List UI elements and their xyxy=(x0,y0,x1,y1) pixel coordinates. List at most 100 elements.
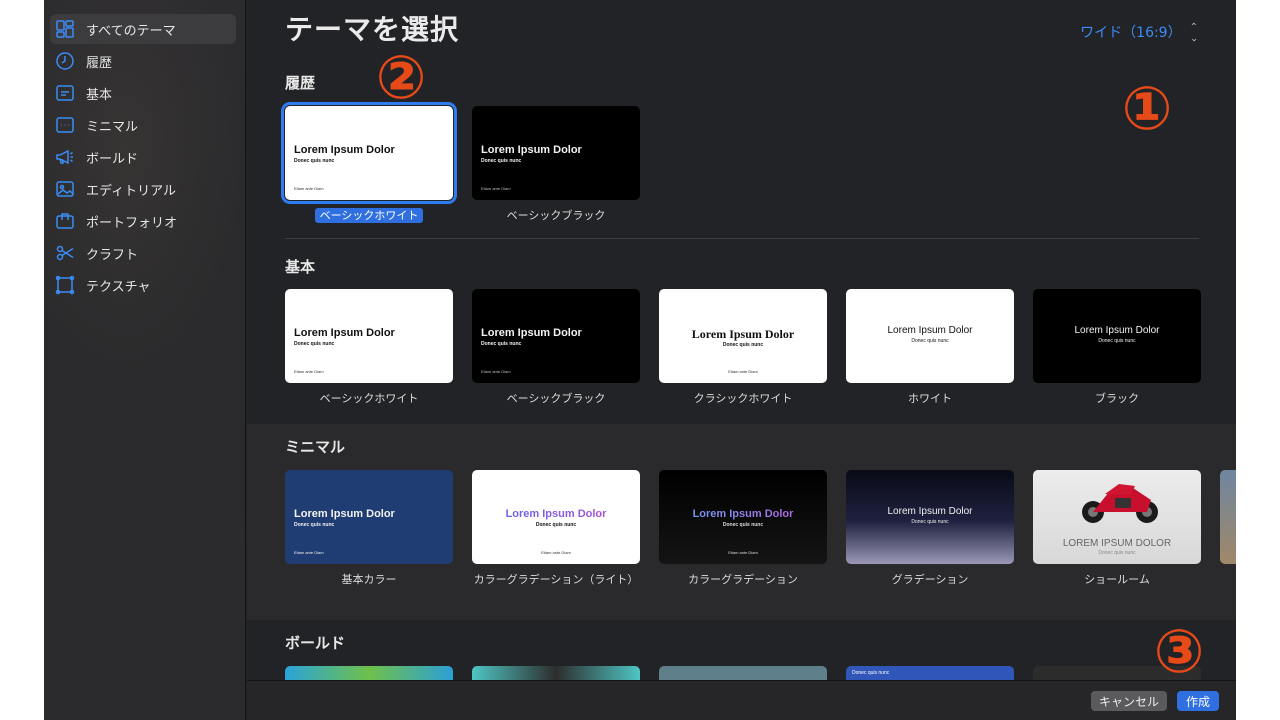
section-divider xyxy=(285,238,1199,239)
theme-thumbnail: Lorem Ipsum Dolor Donec quis nunc Etiam … xyxy=(472,106,640,200)
image-icon xyxy=(54,178,76,200)
sidebar-item-all-themes[interactable]: すべてのテーマ xyxy=(50,14,236,44)
briefcase-icon xyxy=(54,210,76,232)
section-title-basic: 基本 xyxy=(285,258,316,276)
theme-chooser-window: すべてのテーマ 履歴 基本 ミニマル ボールド エディトリアル ポートフォリオ … xyxy=(44,0,1236,720)
thumb-footer: Etiam ante Diam xyxy=(728,369,758,374)
slide-size-value: ワイド（16:9） xyxy=(1080,25,1182,41)
motorcycle-image xyxy=(1082,484,1158,523)
theme-thumbnail: LOREM IPSUM DOLOR Donec quis nunc xyxy=(1033,470,1201,564)
thumb-subtitle: Donec quis nunc xyxy=(1098,550,1136,556)
theme-name: ベーシックブラック xyxy=(506,392,606,405)
thumb-footer: Etiam ante Diam xyxy=(481,369,511,374)
thumb-subtitle: Donec quis nunc xyxy=(852,670,890,676)
theme-thumbnail: Lorem Ipsum Dolor Donec quis nunc xyxy=(1033,289,1201,383)
theme-thumbnail: Lorem Ipsum Dolor Donec quis nunc Etiam … xyxy=(472,289,640,383)
annotation-marker-3: ③ xyxy=(1153,617,1205,687)
theme-name: カラーグラデーション xyxy=(688,573,798,586)
footer-bar: キャンセル 作成 xyxy=(247,680,1236,720)
thumb-title: Lorem Ipsum Dolor xyxy=(294,508,395,520)
theme-card-bold-2[interactable] xyxy=(472,666,640,680)
scissors-icon xyxy=(54,242,76,264)
thumb-subtitle: Donec quis nunc xyxy=(481,341,522,347)
section-minimal: ミニマル Lorem Ipsum Dolor Donec quis nunc E… xyxy=(247,424,1236,620)
sidebar-item-label: 基本 xyxy=(86,87,113,103)
thumb-subtitle: Donec quis nunc xyxy=(911,519,949,525)
theme-card-showroom[interactable]: LOREM IPSUM DOLOR Donec quis nunc ショールーム xyxy=(1033,470,1201,588)
theme-thumbnail: Lorem Ipsum Dolor Donec quis nunc Etiam … xyxy=(285,470,453,564)
thumb-subtitle: Donec quis nunc xyxy=(294,522,335,528)
theme-thumbnail: Lorem Ipsum Dolor Donec quis nunc xyxy=(846,470,1014,564)
thumb-subtitle: Donec quis nunc xyxy=(535,522,577,528)
sidebar-item-editorial[interactable]: エディトリアル xyxy=(50,174,236,204)
thumb-title: Lorem Ipsum Dolor xyxy=(294,144,395,156)
theme-thumbnail: Lorem Ipsum Dolor Donec quis nunc Etiam … xyxy=(659,289,827,383)
thumb-subtitle: Donec quis nunc xyxy=(481,158,522,164)
theme-name: ベーシックホワイト xyxy=(314,208,424,223)
thumb-footer: Etiam ante Diam xyxy=(481,186,511,191)
annotation-marker-2: ② xyxy=(375,43,427,113)
sidebar-item-label: ポートフォリオ xyxy=(86,215,178,231)
thumb-subtitle: Donec quis nunc xyxy=(294,341,335,347)
sidebar-item-label: エディトリアル xyxy=(86,183,176,199)
theme-card-history-basic-black[interactable]: Lorem Ipsum Dolor Donec quis nunc Etiam … xyxy=(472,106,640,224)
sidebar-item-label: すべてのテーマ xyxy=(86,23,176,39)
thumb-subtitle: Donec quis nunc xyxy=(722,522,764,528)
sidebar-item-craft[interactable]: クラフト xyxy=(50,238,236,268)
section-title-minimal: ミニマル xyxy=(285,438,346,456)
theme-name: ベーシックホワイト xyxy=(319,392,419,405)
theme-card-gradient[interactable]: Lorem Ipsum Dolor Donec quis nunc グラデーショ… xyxy=(846,470,1014,588)
theme-card-basic-white[interactable]: Lorem Ipsum Dolor Donec quis nunc Etiam … xyxy=(285,289,453,407)
thumb-title: Lorem Ipsum Dolor xyxy=(472,508,640,520)
sidebar-item-basic[interactable]: 基本 xyxy=(50,78,236,108)
theme-name: ベーシックブラック xyxy=(506,209,606,222)
theme-name: 基本カラー xyxy=(341,573,397,586)
sidebar-item-portfolio[interactable]: ポートフォリオ xyxy=(50,206,236,236)
sidebar: すべてのテーマ 履歴 基本 ミニマル ボールド エディトリアル ポートフォリオ … xyxy=(44,0,246,720)
create-button[interactable]: 作成 xyxy=(1177,691,1219,711)
thumb-footer: Etiam ante Diam xyxy=(294,369,324,374)
thumb-footer: Etiam ante Diam xyxy=(294,186,324,191)
theme-card-bold-4[interactable]: Donec quis nunc xyxy=(846,666,1014,680)
theme-name: ショールーム xyxy=(1084,573,1150,586)
theme-card-basic-color[interactable]: Lorem Ipsum Dolor Donec quis nunc Etiam … xyxy=(285,470,453,588)
theme-name: グラデーション xyxy=(891,573,969,586)
chevron-up-down-icon: ⌃ ⌃ xyxy=(1189,22,1198,43)
theme-card-white[interactable]: Lorem Ipsum Dolor Donec quis nunc ホワイト xyxy=(846,289,1014,407)
theme-thumbnail: Lorem Ipsum Dolor Donec quis nunc xyxy=(846,289,1014,383)
sidebar-item-label: クラフト xyxy=(86,247,139,263)
slide-size-select[interactable]: ワイド（16:9） ⌃ ⌃ xyxy=(1080,22,1198,43)
section-title-bold: ボールド xyxy=(285,634,346,652)
sidebar-item-history[interactable]: 履歴 xyxy=(50,46,236,76)
thumb-subtitle: Donec quis nunc xyxy=(911,338,949,344)
thumb-title: Lorem Ipsum Dolor xyxy=(481,144,582,156)
thumb-title: Lorem Ipsum Dolor xyxy=(887,325,973,336)
thumb-title: LOREM IPSUM DOLOR xyxy=(1062,538,1172,549)
theme-name: カラーグラデーション（ライト） xyxy=(473,573,639,586)
sidebar-item-texture[interactable]: テクスチャ xyxy=(50,270,236,300)
theme-card-black[interactable]: Lorem Ipsum Dolor Donec quis nunc ブラック xyxy=(1033,289,1201,407)
theme-card-basic-black[interactable]: Lorem Ipsum Dolor Donec quis nunc Etiam … xyxy=(472,289,640,407)
theme-card-bold-3[interactable] xyxy=(659,666,827,680)
clock-icon xyxy=(54,50,76,72)
sidebar-item-minimal[interactable]: ミニマル xyxy=(50,110,236,140)
sidebar-item-label: 履歴 xyxy=(86,55,113,71)
theme-thumbnail: Lorem Ipsum Dolor Donec quis nunc Etiam … xyxy=(472,470,640,564)
theme-card-color-gradient-light[interactable]: Lorem Ipsum Dolor Donec quis nunc Etiam … xyxy=(472,470,640,588)
page-title: テーマを選択 xyxy=(285,13,460,46)
theme-card-color-gradient[interactable]: Lorem Ipsum Dolor Donec quis nunc Etiam … xyxy=(659,470,827,588)
theme-thumbnail: Lorem Ipsum Dolor Donec quis nunc Etiam … xyxy=(659,470,827,564)
theme-card-history-basic-white[interactable]: Lorem Ipsum Dolor Donec quis nunc Etiam … xyxy=(281,102,457,224)
sidebar-item-label: ボールド xyxy=(86,151,139,167)
theme-name: ブラック xyxy=(1095,392,1139,405)
thumb-title: Lorem Ipsum Dolor xyxy=(481,327,582,339)
theme-card-classic-white[interactable]: Lorem Ipsum Dolor Donec quis nunc Etiam … xyxy=(659,289,827,407)
ellipsis-box-icon xyxy=(54,114,76,136)
sidebar-item-bold[interactable]: ボールド xyxy=(50,142,236,172)
cancel-button[interactable]: キャンセル xyxy=(1091,691,1167,711)
text-box-icon xyxy=(54,82,76,104)
thumb-subtitle: Donec quis nunc xyxy=(1098,338,1136,344)
thumb-title: Lorem Ipsum Dolor xyxy=(691,327,795,341)
theme-card-bold-1[interactable] xyxy=(285,666,453,680)
theme-card-partial[interactable] xyxy=(1220,470,1236,564)
